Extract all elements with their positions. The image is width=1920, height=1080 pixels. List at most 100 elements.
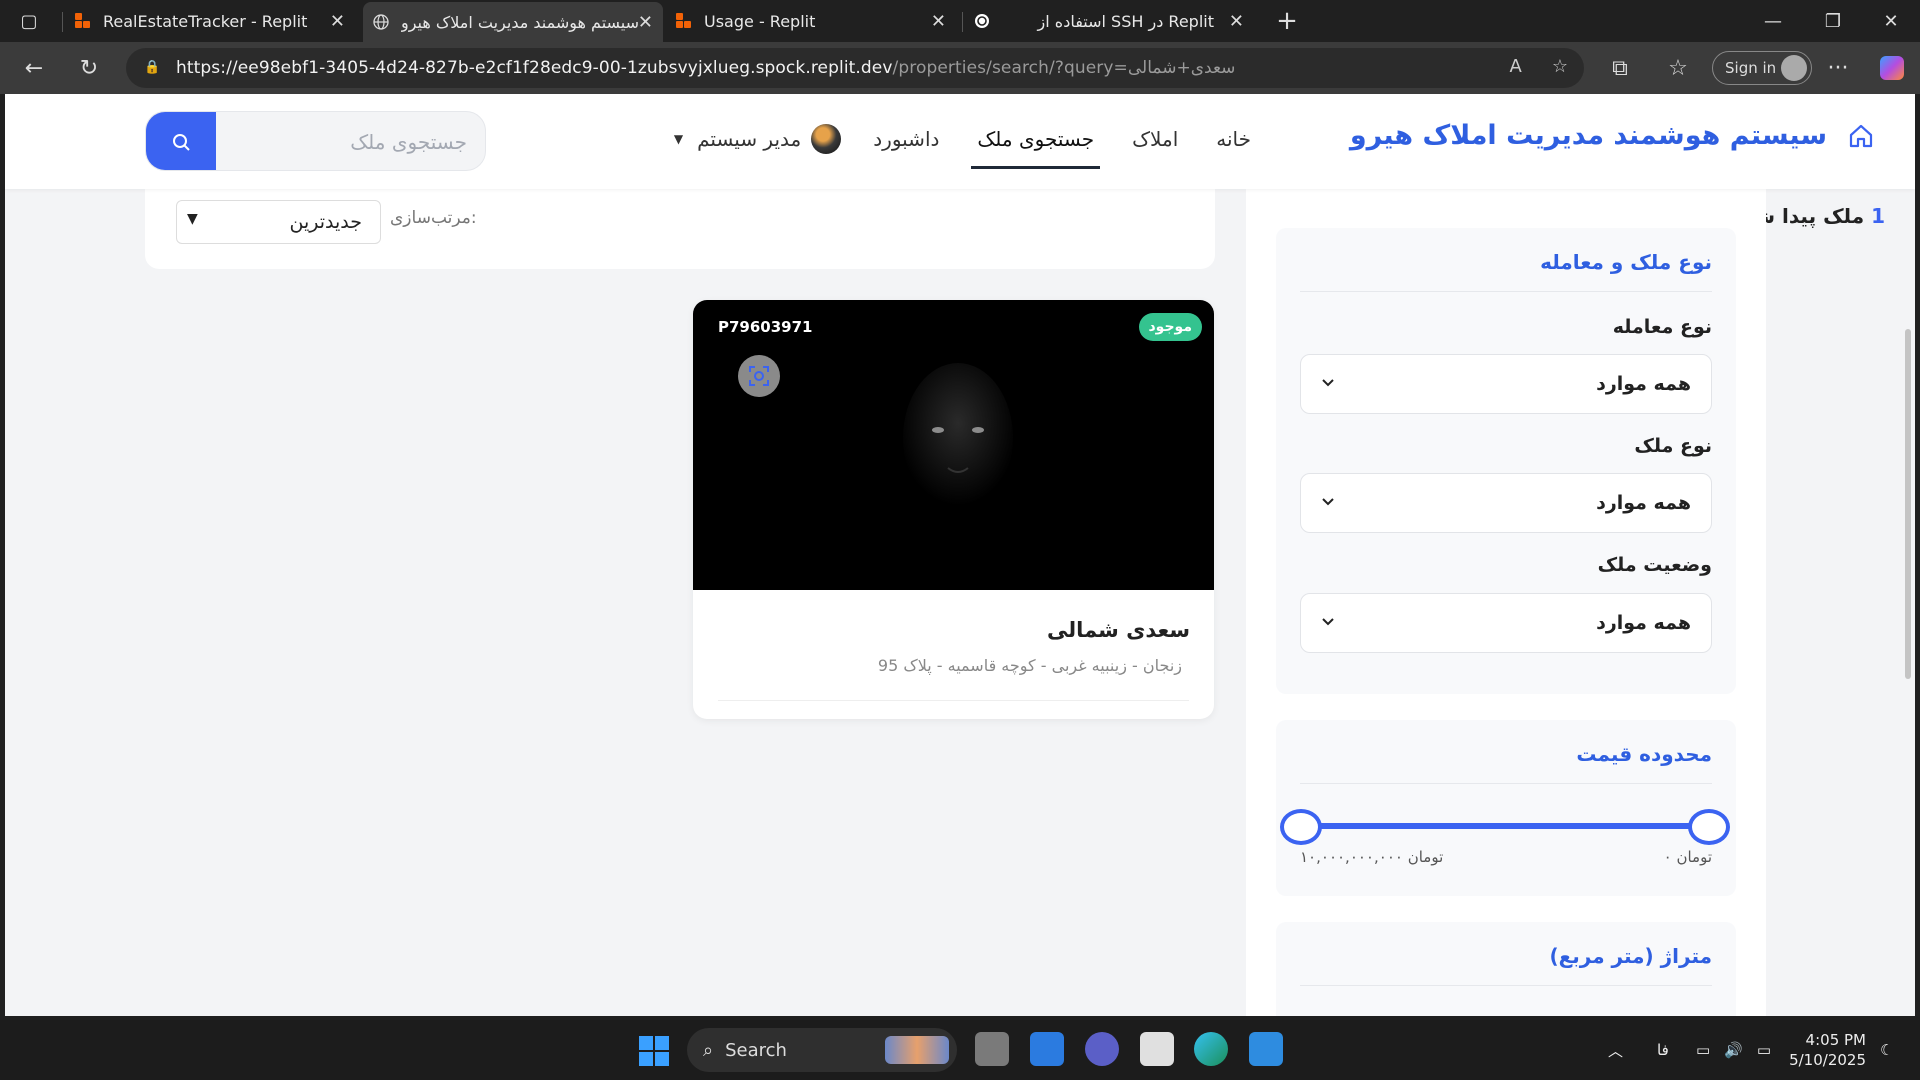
tab-usage-replit[interactable]: Usage - Replit ✕: [666, 4, 956, 38]
battery-icon: ▭: [1756, 1041, 1772, 1059]
sort-select[interactable]: جدیدترین ▼: [176, 200, 381, 244]
property-card[interactable]: P79603971 موجود سعدی شمالی زنجان - زینبی…: [693, 300, 1214, 719]
property-title[interactable]: سعدی شمالی: [1047, 618, 1190, 642]
nav-property-search[interactable]: جستجوی ملک: [971, 127, 1100, 169]
sign-in-button[interactable]: Sign in: [1712, 51, 1812, 85]
panther-image: [903, 363, 1013, 513]
tray-overflow-icon[interactable]: ︿: [1608, 1020, 1623, 1080]
tab-actions-icon[interactable]: ▢: [0, 0, 58, 42]
close-icon[interactable]: ✕: [330, 11, 345, 32]
filter-group-area: متراژ (متر مربع): [1276, 922, 1736, 1016]
home-icon: [1849, 124, 1873, 147]
edge-dev-icon[interactable]: [1249, 1032, 1283, 1066]
sort-value: جدیدترین: [289, 211, 362, 233]
search-input[interactable]: [216, 112, 485, 170]
caret-down-icon: ▼: [673, 132, 684, 146]
back-icon[interactable]: ←: [18, 52, 50, 84]
teams-icon[interactable]: [1085, 1032, 1119, 1066]
browser-tab-bar: ▢ RealEstateTracker - Replit ✕ سیستم هوش…: [0, 0, 1920, 42]
network-icon: ▭: [1696, 1041, 1711, 1059]
virtual-tour-button[interactable]: [738, 355, 780, 397]
price-min-handle[interactable]: [1280, 809, 1322, 845]
tab-ssh-replit[interactable]: استفاده از SSH در Replit ✕: [964, 4, 1254, 38]
task-view-icon[interactable]: [975, 1032, 1009, 1066]
window-close-icon[interactable]: ✕: [1862, 0, 1920, 42]
clock[interactable]: 4:05 PM 5/10/2025: [1789, 1030, 1866, 1070]
divider: [718, 700, 1189, 701]
price-min-label: ۰ تومان: [1663, 848, 1712, 866]
deal-type-select[interactable]: همه موارد: [1300, 354, 1712, 414]
tab-realestatetracker[interactable]: RealEstateTracker - Replit ✕: [65, 4, 355, 38]
search-button[interactable]: [146, 112, 216, 170]
property-status-select[interactable]: همه موارد: [1300, 593, 1712, 653]
header-search: [145, 111, 486, 171]
nav-dashboard[interactable]: داشبورد: [867, 127, 945, 151]
windows-start-icon[interactable]: [639, 1036, 669, 1066]
main-nav: خانه املاک جستجوی ملک داشبورد مدیر سیستم…: [673, 124, 1257, 169]
filter-group-title: محدوده قیمت: [1576, 742, 1712, 766]
system-tray[interactable]: ▭ 🔊 ▭: [1696, 1020, 1771, 1080]
user-menu[interactable]: مدیر سیستم ▼: [673, 124, 842, 154]
chevron-down-icon: ▼: [187, 211, 198, 227]
site-header: سیستم هوشمند مدیریت املاک هیرو خانه املا…: [5, 94, 1915, 189]
profile-avatar-icon: [1781, 55, 1807, 81]
url-text: https://ee98ebf1-3405-4d24-827b-e2cf1f28…: [176, 58, 1236, 78]
filter-group-type: نوع ملک و معامله نوع معامله همه موارد نو…: [1276, 228, 1736, 694]
tab-title: RealEstateTracker - Replit: [103, 11, 308, 31]
favorites-icon[interactable]: ☆: [1662, 52, 1694, 84]
price-slider-track[interactable]: [1311, 823, 1711, 829]
property-status-value: همه موارد: [1596, 612, 1691, 634]
read-aloud-icon[interactable]: A: [1510, 56, 1522, 77]
price-max-handle[interactable]: [1688, 809, 1730, 845]
property-address: زنجان - زینبیه غربی - کوچه قاسمیه - پلاک…: [877, 656, 1182, 675]
taskbar-search-label: Search: [725, 1039, 787, 1061]
deal-type-label: نوع معامله: [1612, 316, 1712, 338]
globe-icon: [373, 14, 389, 30]
avatar: [811, 124, 842, 154]
volume-icon: 🔊: [1724, 1041, 1743, 1059]
close-icon[interactable]: ✕: [638, 12, 653, 33]
more-menu-icon[interactable]: ···: [1822, 52, 1854, 84]
search-icon: [173, 134, 190, 151]
input-language-indicator[interactable]: فا: [1657, 1020, 1669, 1080]
property-type-select[interactable]: همه موارد: [1300, 473, 1712, 533]
tab-title: استفاده از SSH در Replit: [1037, 11, 1214, 31]
property-status-label: وضعیت ملک: [1597, 554, 1712, 576]
minimize-icon[interactable]: —: [1744, 0, 1802, 42]
user-name: مدیر سیستم: [697, 127, 802, 151]
page-scrollbar[interactable]: [1905, 329, 1911, 679]
edge-icon[interactable]: [1194, 1032, 1228, 1066]
property-type-label: نوع ملک: [1634, 435, 1712, 457]
store-icon[interactable]: [1140, 1032, 1174, 1066]
widgets-icon[interactable]: [1030, 1032, 1064, 1066]
filters-panel: نوع ملک و معامله نوع معامله همه موارد نو…: [1246, 154, 1766, 1016]
property-code: P79603971: [718, 318, 813, 336]
extensions-icon[interactable]: ⧉: [1604, 52, 1636, 84]
taskbar-search[interactable]: ⌕ Search: [687, 1028, 957, 1072]
nav-home[interactable]: خانه: [1210, 127, 1257, 151]
new-tab-icon[interactable]: +: [1258, 0, 1316, 42]
tab-title: سیستم هوشمند مدیریت املاک هیرو: [401, 12, 640, 32]
favorite-star-icon[interactable]: ☆: [1552, 56, 1568, 77]
lock-icon: 🔒: [144, 60, 161, 75]
chevron-down-icon: [1322, 498, 1334, 506]
close-icon[interactable]: ✕: [1229, 11, 1244, 32]
nav-properties[interactable]: املاک: [1126, 127, 1184, 151]
close-icon[interactable]: ✕: [931, 11, 946, 32]
price-max-label: ۱۰,۰۰۰,۰۰۰,۰۰۰ تومان: [1300, 848, 1444, 866]
openai-icon: [975, 14, 989, 28]
notifications-icon[interactable]: ☾: [1880, 1020, 1893, 1080]
chevron-down-icon: [1322, 618, 1334, 626]
clock-time: 4:05 PM: [1805, 1031, 1866, 1049]
tab-hero-real-estate[interactable]: سیستم هوشمند مدیریت املاک هیرو ✕: [363, 2, 663, 42]
refresh-icon[interactable]: ↻: [73, 52, 105, 84]
chevron-down-icon: [1322, 379, 1334, 387]
property-type-value: همه موارد: [1596, 492, 1691, 514]
replit-icon: [75, 13, 91, 29]
address-bar[interactable]: 🔒 https://ee98ebf1-3405-4d24-827b-e2cf1f…: [126, 48, 1584, 88]
copilot-icon[interactable]: [1876, 52, 1908, 84]
restore-icon[interactable]: ❐: [1804, 0, 1862, 42]
brand[interactable]: سیستم هوشمند مدیریت املاک هیرو: [1350, 120, 1875, 151]
status-badge: موجود: [1138, 313, 1202, 341]
property-image[interactable]: P79603971 موجود: [693, 300, 1214, 590]
